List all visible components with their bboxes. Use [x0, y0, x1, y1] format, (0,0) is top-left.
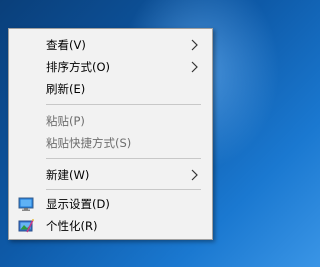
menu-item-sort-by[interactable]: 排序方式(O) — [9, 56, 212, 78]
menu-item-view[interactable]: 查看(V) — [9, 34, 212, 56]
menu-item-label: 刷新(E) — [46, 82, 86, 96]
menu-item-paste: 粘贴(P) — [9, 110, 212, 132]
chevron-right-icon — [191, 169, 198, 181]
menu-separator — [46, 158, 201, 159]
chevron-right-icon — [191, 61, 198, 73]
menu-item-label: 新建(W) — [46, 168, 90, 182]
menu-item-paste-shortcut: 粘贴快捷方式(S) — [9, 132, 212, 154]
menu-item-display-settings[interactable]: 显示设置(D) — [9, 193, 212, 215]
display-icon — [18, 197, 34, 211]
menu-item-refresh[interactable]: 刷新(E) — [9, 78, 212, 100]
menu-item-personalize[interactable]: 个性化(R) — [9, 215, 212, 237]
desktop-context-menu: 查看(V) 排序方式(O) 刷新(E) 粘贴(P) 粘贴快捷方式(S) 新建(W… — [8, 28, 213, 240]
chevron-right-icon — [191, 39, 198, 51]
menu-item-label: 个性化(R) — [46, 219, 98, 233]
menu-separator — [46, 189, 201, 190]
menu-item-label: 显示设置(D) — [46, 197, 110, 211]
personalize-icon — [18, 219, 34, 233]
menu-item-label: 排序方式(O) — [46, 60, 111, 74]
menu-item-new[interactable]: 新建(W) — [9, 164, 212, 186]
menu-item-label: 查看(V) — [46, 38, 86, 52]
menu-item-label: 粘贴(P) — [46, 114, 85, 128]
menu-separator — [46, 104, 201, 105]
menu-item-label: 粘贴快捷方式(S) — [46, 136, 132, 150]
